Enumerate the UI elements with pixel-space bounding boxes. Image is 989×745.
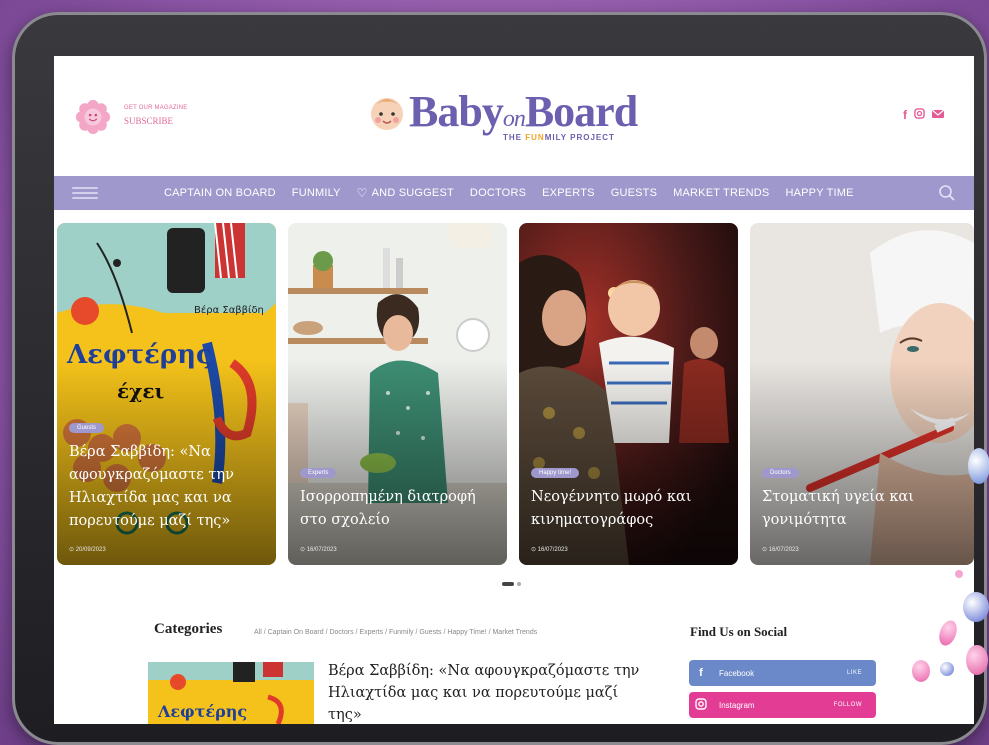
facebook-like-button[interactable]: f Facebook LIKE xyxy=(689,660,876,686)
site-header: GET OUR MAGAZINE SUBSCRIBE BabyonBoard T… xyxy=(54,56,974,176)
featured-post-thumbnail[interactable]: Λεφτέρης xyxy=(148,662,314,724)
nav-item-and-suggest[interactable]: ♡ AND SUGGEST xyxy=(357,186,454,200)
slider-card[interactable]: Experts Ισορροπημένη διατροφή στο σχολεί… xyxy=(288,223,507,565)
decor-bubble xyxy=(968,448,989,484)
featured-slider: Λεφτέρης έχει Βέρα Σαββίδη Guests Βέρα Σ… xyxy=(57,223,974,565)
logo-text: BabyonBoard xyxy=(409,86,638,137)
mail-icon[interactable] xyxy=(931,108,945,122)
category-badge[interactable]: Happy time! xyxy=(531,468,580,478)
social-heading: Find Us on Social xyxy=(690,624,788,639)
header-social-links: f xyxy=(903,108,945,122)
facebook-icon[interactable]: f xyxy=(903,108,907,122)
subscribe-caption: GET OUR MAGAZINE xyxy=(124,105,188,111)
card-shade xyxy=(288,359,507,565)
flower-icon xyxy=(75,99,111,135)
logo-board: Board xyxy=(524,87,638,136)
facebook-action: LIKE xyxy=(846,670,862,676)
categories-filter-list[interactable]: All / Captain On Board / Doctors / Exper… xyxy=(254,629,537,636)
nav-item-funmily[interactable]: FUNMILY xyxy=(292,187,341,199)
card-shade xyxy=(519,359,738,565)
decor-bubble xyxy=(963,592,989,622)
instagram-action: FOLLOW xyxy=(833,702,862,708)
svg-text:Λεφτέρης: Λεφτέρης xyxy=(157,702,247,721)
instagram-follow-button[interactable]: Instagram FOLLOW xyxy=(689,692,876,718)
card-shade xyxy=(750,359,974,565)
browser-screen: GET OUR MAGAZINE SUBSCRIBE BabyonBoard T… xyxy=(54,56,974,724)
decor-bubble xyxy=(912,660,930,682)
baby-face-icon xyxy=(371,98,403,130)
nav-item-happy-time[interactable]: HAPPY TIME xyxy=(785,187,853,199)
nav-item-captain-on-board[interactable]: CAPTAIN ON BOARD xyxy=(164,187,276,199)
featured-post-title[interactable]: Βέρα Σαββίδη: «Να αφουγκραζόμαστε την Ηλ… xyxy=(328,660,648,724)
slider-card[interactable]: Happy time! Νεογέννητο μωρό και κινηματο… xyxy=(519,223,738,565)
logo-tagline: THE FUNMILY PROJECT xyxy=(503,133,615,142)
slider-pagination xyxy=(502,582,521,586)
nav-item-guests[interactable]: GUESTS xyxy=(611,187,657,199)
nav-items: CAPTAIN ON BOARD FUNMILY ♡ AND SUGGEST DO… xyxy=(164,176,870,210)
logo-baby: Baby xyxy=(409,87,504,136)
card-title[interactable]: Νεογέννητο μωρό και κινηματογράφος xyxy=(531,486,728,532)
subscribe-link[interactable]: GET OUR MAGAZINE SUBSCRIBE xyxy=(124,105,187,126)
card-date: ⊙ 16/07/2023 xyxy=(300,547,337,553)
nav-item-and-suggest-label: AND SUGGEST xyxy=(371,187,454,199)
main-nav: CAPTAIN ON BOARD FUNMILY ♡ AND SUGGEST DO… xyxy=(54,176,974,210)
category-badge[interactable]: Doctors xyxy=(762,468,799,478)
heart-icon: ♡ xyxy=(356,186,368,200)
site-logo[interactable]: BabyonBoard THE FUNMILY PROJECT xyxy=(367,86,667,146)
instagram-icon xyxy=(689,697,713,713)
instagram-label: Instagram xyxy=(719,700,755,710)
card-title[interactable]: Ισορροπημένη διατροφή στο σχολείο xyxy=(300,486,497,532)
card-date: ⊙ 20/09/2023 xyxy=(69,547,106,553)
category-badge[interactable]: Guests xyxy=(69,423,105,433)
nav-item-experts[interactable]: EXPERTS xyxy=(542,187,595,199)
slider-dot-active[interactable] xyxy=(502,582,514,586)
nav-item-market-trends[interactable]: MARKET TRENDS xyxy=(673,187,769,199)
subscribe-label: SUBSCRIBE xyxy=(124,116,174,126)
nav-item-doctors[interactable]: DOCTORS xyxy=(470,187,526,199)
slider-card[interactable]: Doctors Στοματική υγεία και γονιμότητα ⊙… xyxy=(750,223,974,565)
decor-bubble xyxy=(955,570,963,578)
card-date: ⊙ 16/07/2023 xyxy=(531,547,568,553)
logo-on: on xyxy=(502,106,526,132)
svg-text:Βέρα Σαββίδη: Βέρα Σαββίδη xyxy=(194,304,264,316)
slider-card[interactable]: Λεφτέρης έχει Βέρα Σαββίδη Guests Βέρα Σ… xyxy=(57,223,276,565)
facebook-label: Facebook xyxy=(719,668,755,678)
logo-tag-fun: FUN xyxy=(525,133,545,142)
categories-heading: Categories xyxy=(154,621,223,637)
search-icon[interactable] xyxy=(938,184,956,202)
card-title[interactable]: Βέρα Σαββίδη: «Να αφουγκραζόμαστε την Ηλ… xyxy=(69,441,266,533)
tablet-frame: GET OUR MAGAZINE SUBSCRIBE BabyonBoard T… xyxy=(12,12,987,745)
card-date: ⊙ 16/07/2023 xyxy=(762,547,799,553)
hamburger-menu-icon[interactable] xyxy=(72,187,98,199)
instagram-icon[interactable] xyxy=(914,108,925,122)
facebook-icon: f xyxy=(699,667,703,679)
card-title[interactable]: Στοματική υγεία και γονιμότητα xyxy=(762,486,964,532)
post-thumb-image: Λεφτέρης xyxy=(148,662,314,724)
decor-bubble xyxy=(940,662,954,676)
category-badge[interactable]: Experts xyxy=(300,468,337,478)
decor-bubble xyxy=(966,645,988,675)
slider-dot[interactable] xyxy=(517,582,521,586)
logo-tag-post: MILY PROJECT xyxy=(544,133,615,142)
logo-tag-pre: THE xyxy=(503,133,526,142)
